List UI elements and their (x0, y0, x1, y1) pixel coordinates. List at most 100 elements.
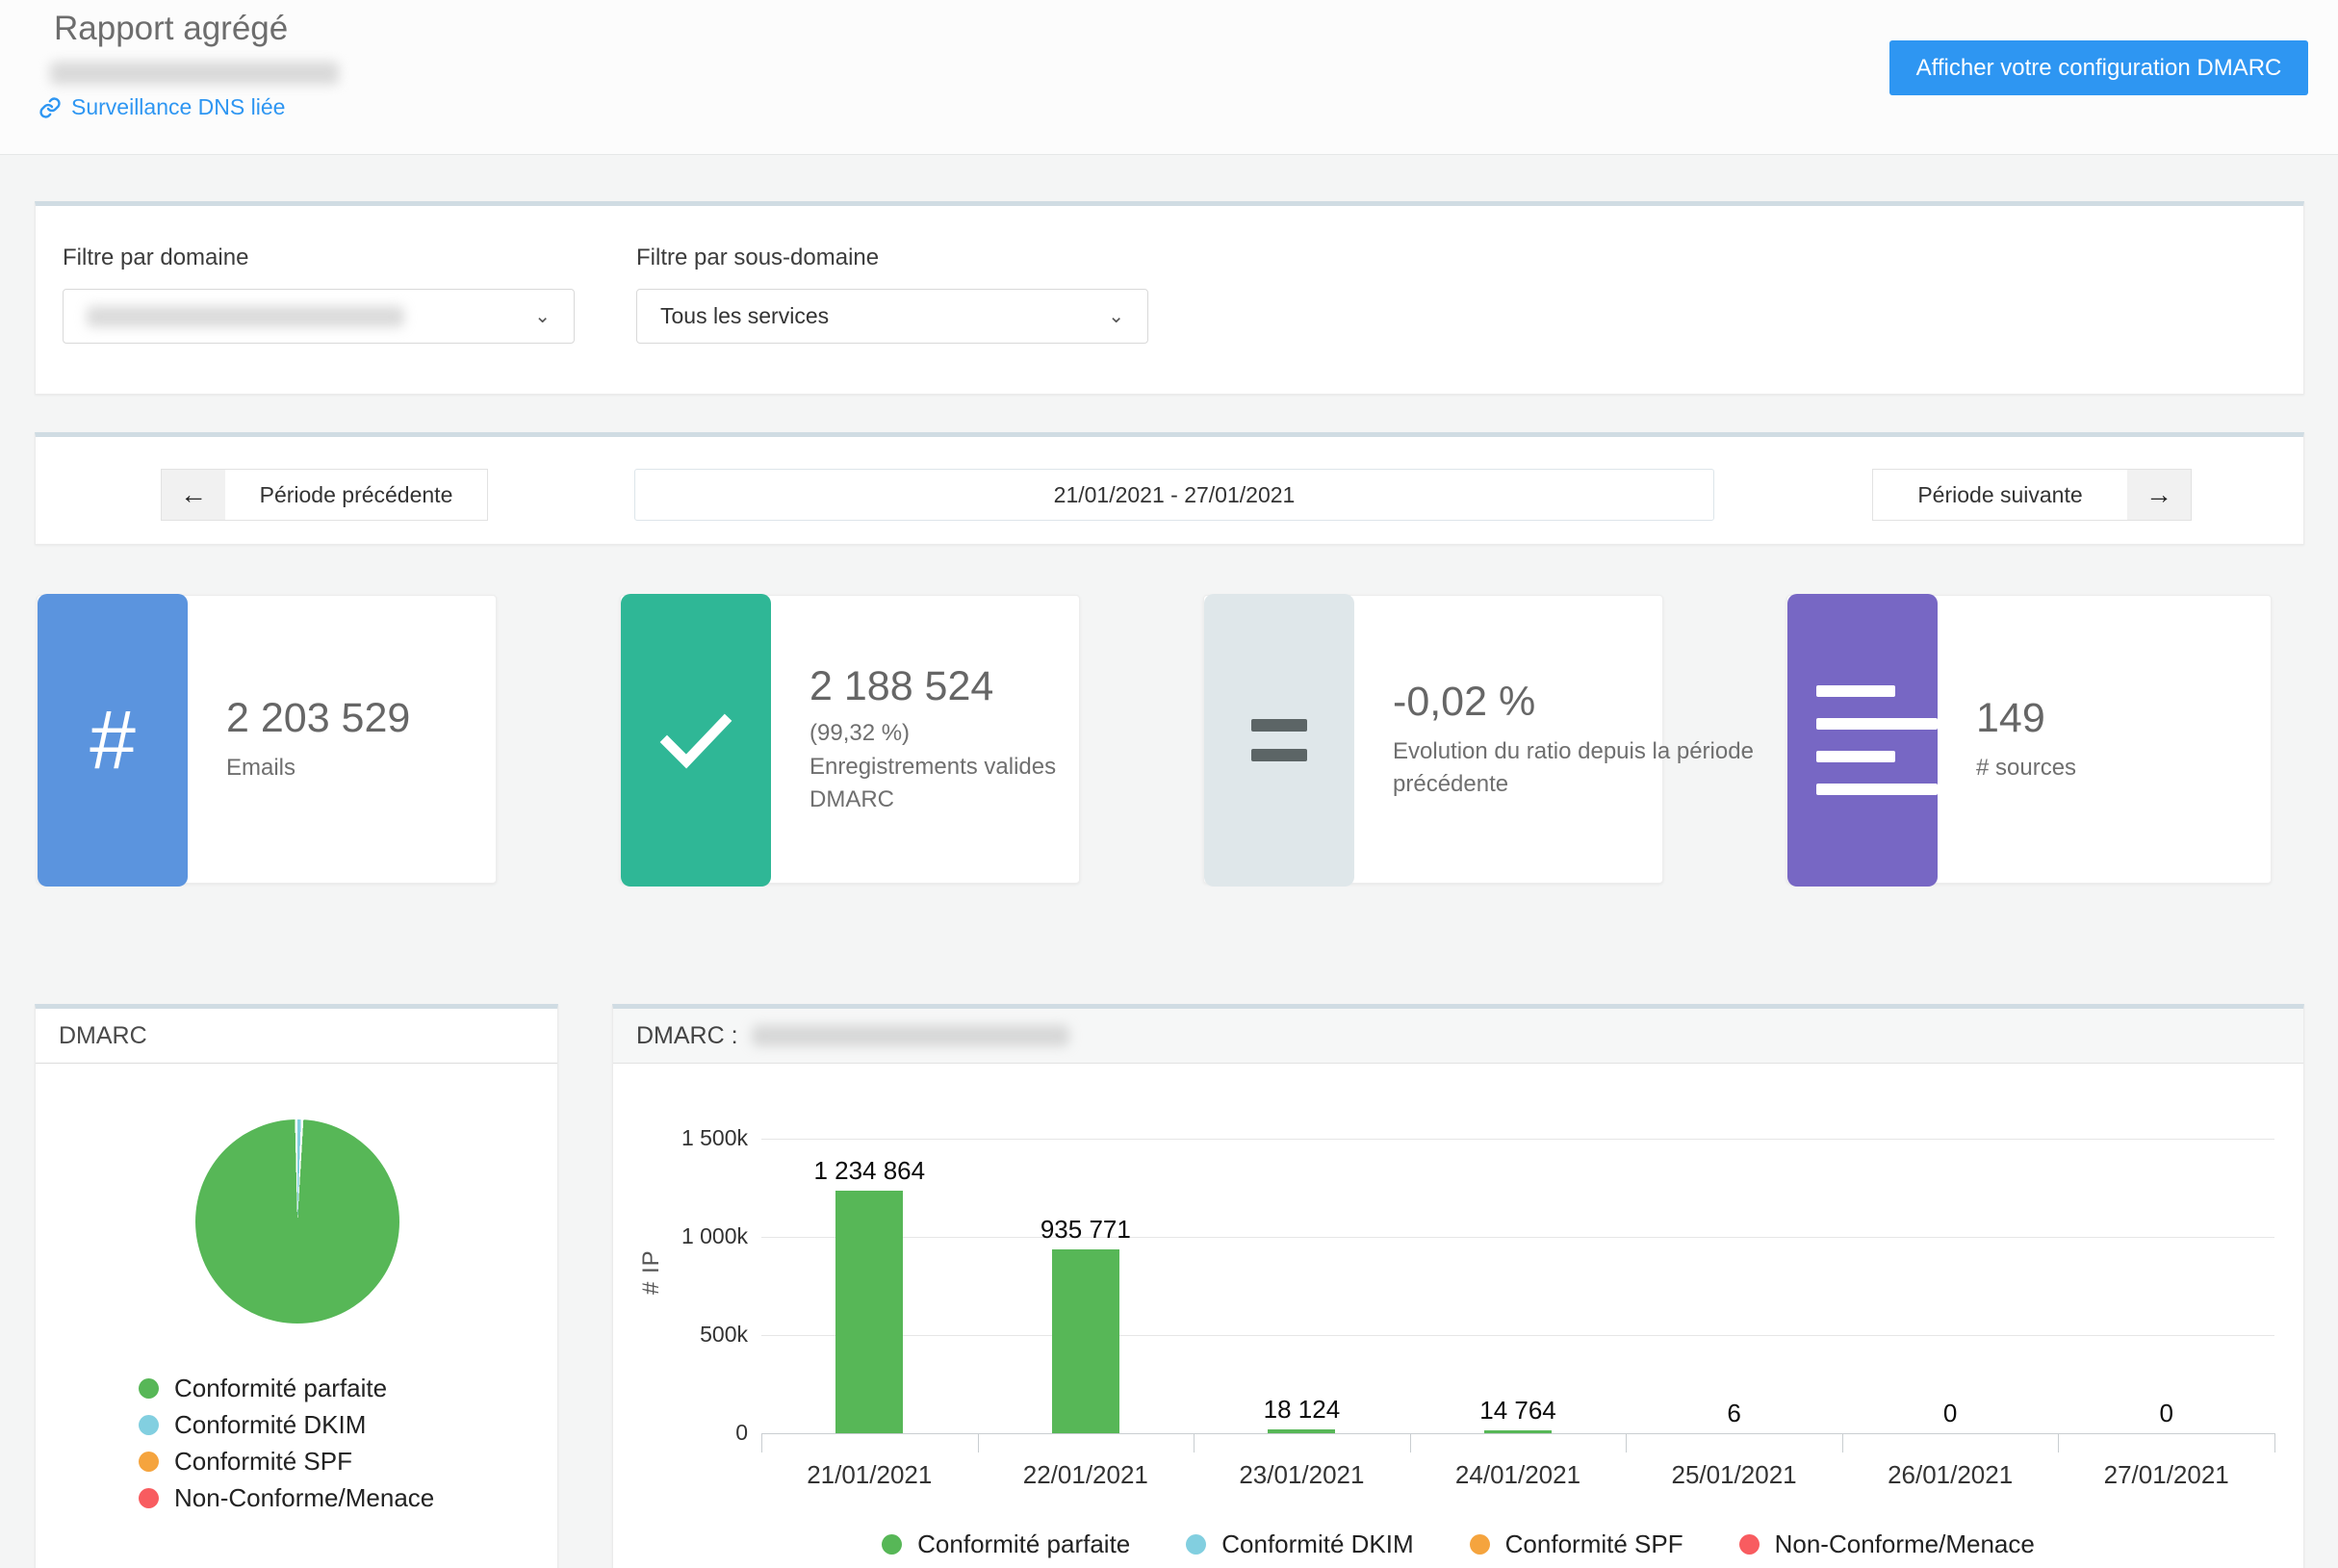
dmarc-pie-card: DMARC Conformité parfaite Conformité DKIM… (35, 1004, 558, 1568)
x-axis-tick (978, 1433, 979, 1452)
period-range-input[interactable]: 21/01/2021 - 27/01/2021 (634, 469, 1714, 521)
dns-monitoring-link[interactable]: Surveillance DNS liée (39, 94, 285, 120)
x-axis-line (761, 1433, 2274, 1434)
arrow-right-icon: → (2127, 470, 2191, 520)
x-tick-label: 25/01/2021 (1629, 1460, 1840, 1490)
bar-value-label: 18 124 (1195, 1395, 1407, 1425)
redacted-domain-subtitle (50, 62, 339, 85)
x-tick-label: 22/01/2021 (980, 1460, 1192, 1490)
legend-label: Conformité parfaite (917, 1529, 1130, 1559)
previous-period-label: Période précédente (225, 470, 487, 520)
legend-label: Conformité SPF (1505, 1529, 1683, 1559)
bar-card-title: DMARC : (636, 1022, 738, 1050)
domain-filter-label: Filtre par domaine (63, 244, 248, 271)
list-icon (1787, 594, 1938, 887)
legend-label: Conformité parfaite (174, 1374, 387, 1403)
valid-dmarc-count: 2 188 524 (809, 663, 1060, 710)
next-period-button[interactable]: Période suivante → (1872, 469, 2192, 521)
legend-dot-icon (1470, 1534, 1490, 1555)
legend-item[interactable]: Conformité SPF (139, 1443, 434, 1479)
legend-label: Conformité SPF (174, 1447, 352, 1477)
stat-card-sources: 149 # sources (1786, 595, 2272, 884)
gridline (761, 1335, 2274, 1336)
page-title: Rapport agrégé (54, 10, 288, 48)
gridline (761, 1139, 2274, 1140)
x-axis-tick (2058, 1433, 2059, 1452)
legend-item[interactable]: Conformité DKIM (139, 1406, 434, 1443)
bar-24/01/2021 (1484, 1430, 1552, 1433)
y-tick-label: 0 (632, 1420, 748, 1446)
bar-value-label: 1 234 864 (763, 1156, 975, 1186)
legend-label: Non-Conforme/Menace (1775, 1529, 2035, 1559)
bar-21/01/2021 (835, 1191, 903, 1433)
legend-label: Non-Conforme/Menace (174, 1483, 434, 1513)
x-axis-tick (2274, 1433, 2275, 1452)
domain-filter-select[interactable]: ⌄ (63, 289, 575, 344)
bar-card-header: DMARC : (613, 1009, 2303, 1064)
x-tick-label: 23/01/2021 (1195, 1460, 1407, 1490)
emails-count: 2 203 529 (226, 695, 476, 742)
ratio-evolution-label: Evolution du ratio depuis la période pré… (1393, 735, 1797, 801)
legend-dot-icon (139, 1452, 159, 1472)
subdomain-filter-value: Tous les services (660, 303, 829, 329)
bar-value-label: 6 (1629, 1399, 1840, 1428)
dns-link-label: Surveillance DNS liée (71, 94, 285, 120)
period-card: ← Période précédente 21/01/2021 - 27/01/… (35, 432, 2304, 545)
x-tick-label: 21/01/2021 (763, 1460, 975, 1490)
ratio-evolution-value: -0,02 % (1393, 679, 1643, 726)
subdomain-filter-select[interactable]: Tous les services ⌄ (636, 289, 1148, 344)
pie-card-title: DMARC (36, 1009, 557, 1064)
stat-card-emails: # 2 203 529 Emails (37, 595, 497, 884)
legend-dot-icon (139, 1378, 159, 1399)
legend-dot-icon (1186, 1534, 1206, 1555)
legend-label: Conformité DKIM (174, 1410, 366, 1440)
next-period-label: Période suivante (1873, 470, 2127, 520)
redacted-domain-title (752, 1025, 1069, 1046)
bar-value-label: 0 (2061, 1399, 2273, 1428)
x-tick-label: 27/01/2021 (2061, 1460, 2273, 1490)
link-chain-icon (39, 96, 62, 119)
bar-23/01/2021 (1268, 1429, 1335, 1433)
previous-period-button[interactable]: ← Période précédente (161, 469, 488, 521)
bar-legend: Conformité parfaite Conformité DKIM Confor… (613, 1528, 2303, 1560)
bar-22/01/2021 (1052, 1249, 1119, 1433)
legend-item[interactable]: Conformité DKIM (1186, 1528, 1413, 1560)
check-icon (621, 594, 771, 887)
y-axis-label: # IP (638, 1249, 665, 1295)
stat-card-valid-dmarc: 2 188 524 (99,32 %) Enregistrements vali… (620, 595, 1080, 884)
dmarc-bar-card: DMARC : # IP 0500k1 000k1 500k1 234 8642… (612, 1004, 2304, 1568)
x-axis-tick (1626, 1433, 1627, 1452)
legend-item[interactable]: Conformité parfaite (882, 1528, 1130, 1560)
aggregate-report-page: Rapport agrégé Surveillance DNS liée Aff… (0, 0, 2338, 1568)
x-axis-tick (761, 1433, 762, 1452)
bar-value-label: 0 (1844, 1399, 2056, 1428)
pie-legend: Conformité parfaite Conformité DKIM Confor… (139, 1370, 434, 1516)
bar-value-label: 935 771 (980, 1215, 1192, 1245)
stat-card-ratio-evolution: -0,02 % Evolution du ratio depuis la pér… (1203, 595, 1663, 884)
equals-icon (1204, 594, 1354, 887)
legend-item[interactable]: Conformité parfaite (139, 1370, 434, 1406)
legend-item[interactable]: Conformité SPF (1470, 1528, 1683, 1560)
redacted-domain-value (87, 306, 404, 327)
legend-dot-icon (139, 1415, 159, 1435)
sources-count: 149 (1976, 695, 2251, 742)
chevron-down-icon: ⌄ (534, 304, 551, 328)
legend-dot-icon (139, 1488, 159, 1508)
legend-item[interactable]: Non-Conforme/Menace (1739, 1528, 2035, 1560)
subdomain-filter-label: Filtre par sous-domaine (636, 244, 879, 271)
show-dmarc-config-button[interactable]: Afficher votre configuration DMARC (1889, 40, 2308, 95)
legend-label: Conformité DKIM (1221, 1529, 1413, 1559)
sources-label: # sources (1976, 752, 2251, 784)
valid-dmarc-percent: (99,32 %) (809, 720, 1060, 747)
legend-dot-icon (882, 1534, 902, 1555)
hash-icon: # (38, 594, 188, 887)
chevron-down-icon: ⌄ (1108, 304, 1124, 328)
y-tick-label: 1 000k (632, 1223, 748, 1249)
dmarc-pie-chart (195, 1119, 399, 1324)
y-tick-label: 500k (632, 1322, 748, 1348)
filters-card: Filtre par domaine ⌄ Filtre par sous-dom… (35, 201, 2304, 395)
legend-item[interactable]: Non-Conforme/Menace (139, 1479, 434, 1516)
valid-dmarc-label: Enregistrements valides DMARC (809, 751, 1079, 816)
emails-label: Emails (226, 752, 476, 784)
dmarc-bar-chart: # IP 0500k1 000k1 500k1 234 86421/01/202… (613, 1064, 2303, 1568)
